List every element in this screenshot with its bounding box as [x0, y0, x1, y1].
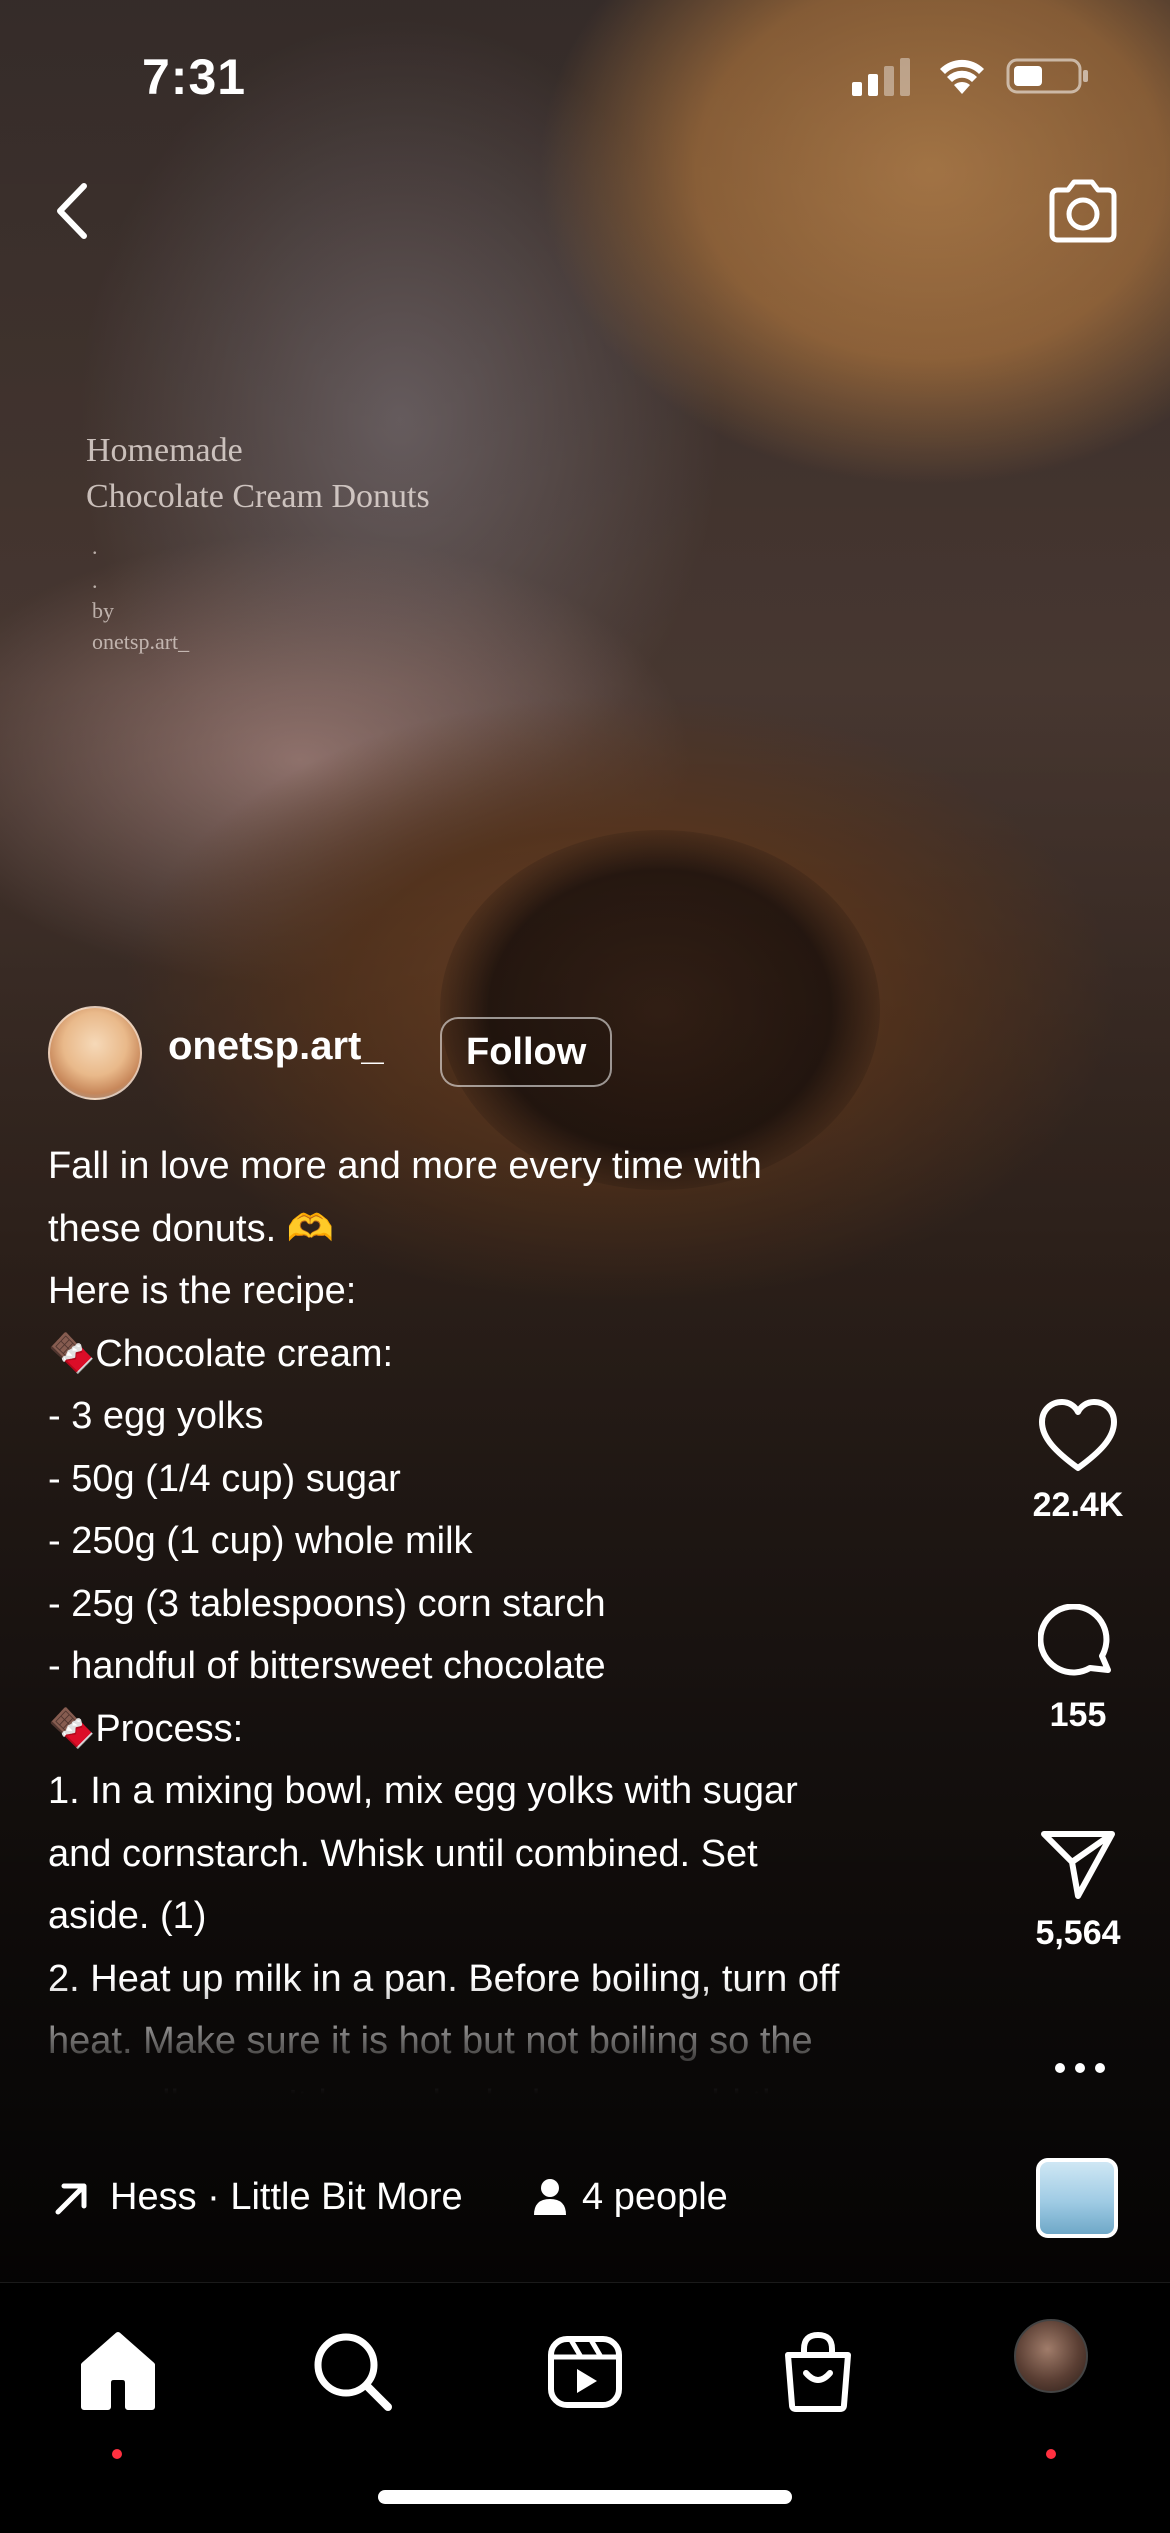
video-overlay-handle: onetsp.art_: [92, 629, 190, 654]
shop-icon[interactable]: [768, 2321, 868, 2421]
caption-line: 1. In a mixing bowl, mix egg yolks with …: [48, 1770, 798, 1812]
reel-caption[interactable]: Fall in love more and more every time wi…: [48, 1135, 978, 2095]
more-dots-icon[interactable]: [1052, 2060, 1108, 2076]
profile-notification-dot: [1046, 2449, 1056, 2459]
home-notification-dot: [112, 2449, 122, 2459]
share-action[interactable]: 5,564: [1008, 1828, 1148, 1953]
caption-line: and cornstarch. Whisk until combined. Se…: [48, 1832, 758, 1875]
like-action[interactable]: 22.4K: [1008, 1398, 1148, 1525]
video-overlay-dot: .: [92, 568, 98, 593]
video-overlay-title: Homemade Chocolate Cream Donuts: [86, 428, 430, 520]
home-indicator: [378, 2490, 792, 2504]
reels-icon[interactable]: [535, 2321, 635, 2421]
video-overlay-title-line2: Chocolate Cream Donuts: [86, 478, 430, 515]
paper-plane-icon[interactable]: [1038, 1828, 1118, 1902]
search-icon[interactable]: [302, 2321, 402, 2421]
caption-line: aside. (1): [48, 1895, 207, 1937]
caption-line: - handful of bittersweet chocolate: [48, 1645, 606, 1687]
comment-icon[interactable]: [1038, 1604, 1118, 1684]
comment-count: 155: [1049, 1696, 1107, 1734]
caption-line: - 50g (1/4 cup) sugar: [48, 1457, 401, 1500]
like-count: 22.4K: [1032, 1486, 1124, 1524]
battery-icon: [1006, 58, 1088, 94]
author-avatar[interactable]: [48, 1006, 142, 1100]
video-overlay-credit: . . by onetsp.art_: [92, 530, 189, 660]
heart-icon[interactable]: [1036, 1398, 1120, 1474]
caption-line: 🍫Process:: [48, 1707, 244, 1750]
audio-track[interactable]: Hess · Little Bit More: [110, 2176, 480, 2219]
caption-line: - 3 egg yolks: [48, 1395, 264, 1437]
follow-button[interactable]: Follow: [440, 1017, 613, 1087]
arrow-up-right-icon: [55, 2183, 87, 2215]
chevron-left-icon[interactable]: [48, 180, 96, 242]
audio-thumbnail[interactable]: [1036, 2158, 1118, 2238]
caption-line: - 250g (1 cup) whole milk: [48, 1520, 473, 1562]
cellular-signal-icon: [852, 58, 910, 96]
status-time: 7:31: [142, 49, 247, 105]
wifi-icon: [940, 59, 984, 94]
people-count[interactable]: 4 people: [582, 2176, 728, 2219]
status-bar: 7:31: [0, 0, 1170, 150]
caption-line: egg yolks won’t be cooked when you add t…: [48, 2073, 978, 2096]
video-overlay-title-line1: Homemade: [86, 432, 243, 469]
caption-line: heat. Make sure it is hot but not boilin…: [48, 2020, 813, 2062]
comment-action[interactable]: 155: [1008, 1604, 1148, 1735]
video-overlay-by: by: [92, 598, 114, 623]
home-icon[interactable]: [68, 2321, 168, 2421]
video-overlay-dot: .: [92, 534, 98, 559]
caption-line: Fall in love more and more every time wi…: [48, 1145, 762, 1187]
caption-line: - 25g (3 tablespoons) corn starch: [48, 1582, 606, 1625]
share-count: 5,564: [1035, 1914, 1121, 1952]
caption-line: these donuts. 🫶: [48, 1207, 335, 1250]
caption-line: 🍫Chocolate cream:: [48, 1332, 394, 1375]
author-username[interactable]: onetsp.art_: [168, 1024, 384, 1069]
caption-line: 2. Heat up milk in a pan. Before boiling…: [48, 1957, 840, 2000]
camera-icon[interactable]: [1044, 176, 1122, 246]
profile-avatar[interactable]: [1014, 2319, 1088, 2393]
person-icon: [534, 2179, 566, 2215]
caption-line: Here is the recipe:: [48, 1270, 357, 1312]
